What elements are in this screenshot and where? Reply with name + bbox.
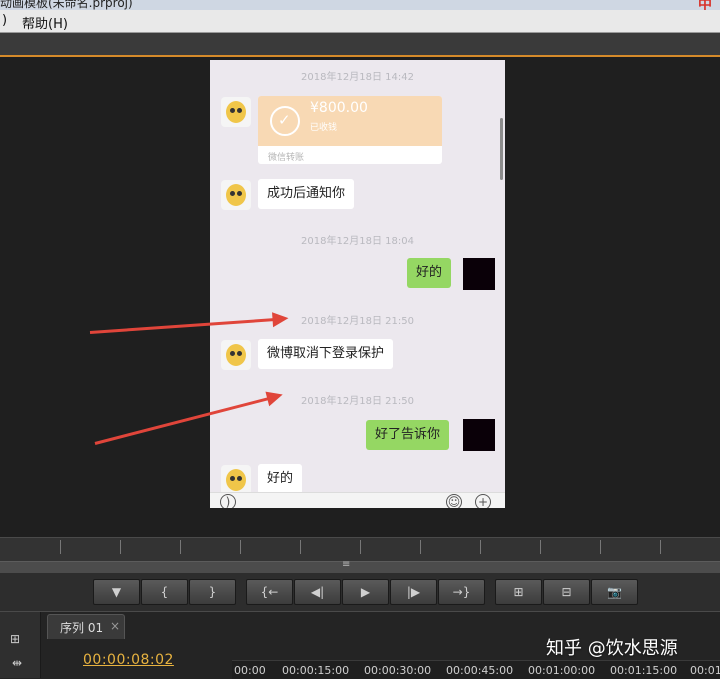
ime-logo-icon: 中: [698, 0, 712, 10]
ruler-tick-label: 00:01:15:00: [610, 664, 678, 677]
voice-icon[interactable]: ): [220, 494, 236, 508]
message-bubble: 成功后通知你: [258, 179, 355, 209]
viewer-ruler[interactable]: [0, 537, 720, 562]
close-icon[interactable]: ×: [110, 619, 120, 633]
ruler-tick-label: 00:01:: [690, 664, 720, 677]
message-bubble: 微博取消下登录保护: [258, 339, 394, 369]
go-to-in-button[interactable]: {←: [246, 579, 293, 605]
contact-avatar: [221, 180, 251, 210]
ruler-tick-label: 00:00:45:00: [446, 664, 514, 677]
menu-item-window[interactable]: ): [2, 13, 7, 28]
plus-icon[interactable]: +: [475, 494, 491, 508]
my-avatar: [463, 419, 495, 451]
panel-header: [0, 33, 720, 57]
menu-item-help[interactable]: 帮助(H): [22, 13, 68, 32]
menu-bar: ) 帮助(H): [0, 10, 720, 33]
message-bubble: 好的: [258, 464, 303, 494]
timeline-ruler[interactable]: 00:00 00:00:15:00 00:00:30:00 00:00:45:0…: [232, 660, 720, 679]
chat-input-bar: ) ☺ +: [210, 492, 505, 508]
window-title: 动画模板(未命名.prproj): [0, 0, 133, 10]
timestamp-2: 2018年12月18日 18:04: [301, 236, 414, 247]
ruler-tick-label: 00:00:30:00: [364, 664, 432, 677]
tools-panel: ⊞ ⇹: [0, 612, 41, 678]
step-back-button[interactable]: ◀|: [294, 579, 341, 605]
contact-avatar: [221, 465, 251, 495]
mark-out-button[interactable]: }: [189, 579, 236, 605]
export-frame-button[interactable]: 📷: [591, 579, 638, 605]
scrollbar[interactable]: [500, 118, 503, 180]
transfer-amount: ¥800.00: [310, 100, 368, 116]
watermark: 知乎 @饮水思源: [546, 638, 678, 659]
timestamp-4: 2018年12月18日 21:50: [301, 396, 414, 407]
my-message-bubble: 好的: [407, 258, 452, 288]
transfer-card[interactable]: ✓ ¥800.00 已收钱 微信转账: [258, 96, 442, 164]
add-marker-button[interactable]: ▼: [93, 579, 140, 605]
ruler-tick-label: 00:00: [234, 664, 266, 677]
lift-button[interactable]: ⊞: [495, 579, 542, 605]
step-forward-button[interactable]: |▶: [390, 579, 437, 605]
contact-avatar: [221, 340, 251, 370]
tab-label: 序列 01: [60, 621, 104, 635]
tab-sequence-01[interactable]: 序列 01 ×: [47, 614, 125, 639]
transfer-status: 已收钱: [310, 123, 338, 133]
go-to-out-button[interactable]: →}: [438, 579, 485, 605]
extract-button[interactable]: ⊟: [543, 579, 590, 605]
timestamp-1: 2018年12月18日 14:42: [301, 72, 414, 83]
check-icon: ✓: [270, 106, 300, 136]
track-select-icon[interactable]: ⊞: [10, 632, 20, 646]
contact-avatar: [221, 97, 251, 127]
ruler-tick-label: 00:01:00:00: [528, 664, 596, 677]
my-avatar: [463, 258, 495, 290]
transport-controls: ▼ { } {← ◀| ▶ |▶ →} ⊞ ⊟ 📷: [0, 573, 720, 611]
emoji-icon[interactable]: ☺: [446, 494, 462, 508]
ruler-tick-label: 00:00:15:00: [282, 664, 350, 677]
mark-in-button[interactable]: {: [141, 579, 188, 605]
timecode-display[interactable]: 00:00:08:02: [83, 652, 174, 668]
transfer-label: 微信转账: [268, 153, 305, 163]
my-message-bubble: 好了告诉你: [366, 420, 450, 450]
title-bar: 动画模板(未命名.prproj) 中: [0, 0, 720, 10]
play-button[interactable]: ▶: [342, 579, 389, 605]
ripple-edit-icon[interactable]: ⇹: [12, 656, 22, 670]
chat-screenshot: 2018年12月18日 14:42 ✓ ¥800.00 已收钱 微信转账 成功后…: [210, 60, 505, 508]
